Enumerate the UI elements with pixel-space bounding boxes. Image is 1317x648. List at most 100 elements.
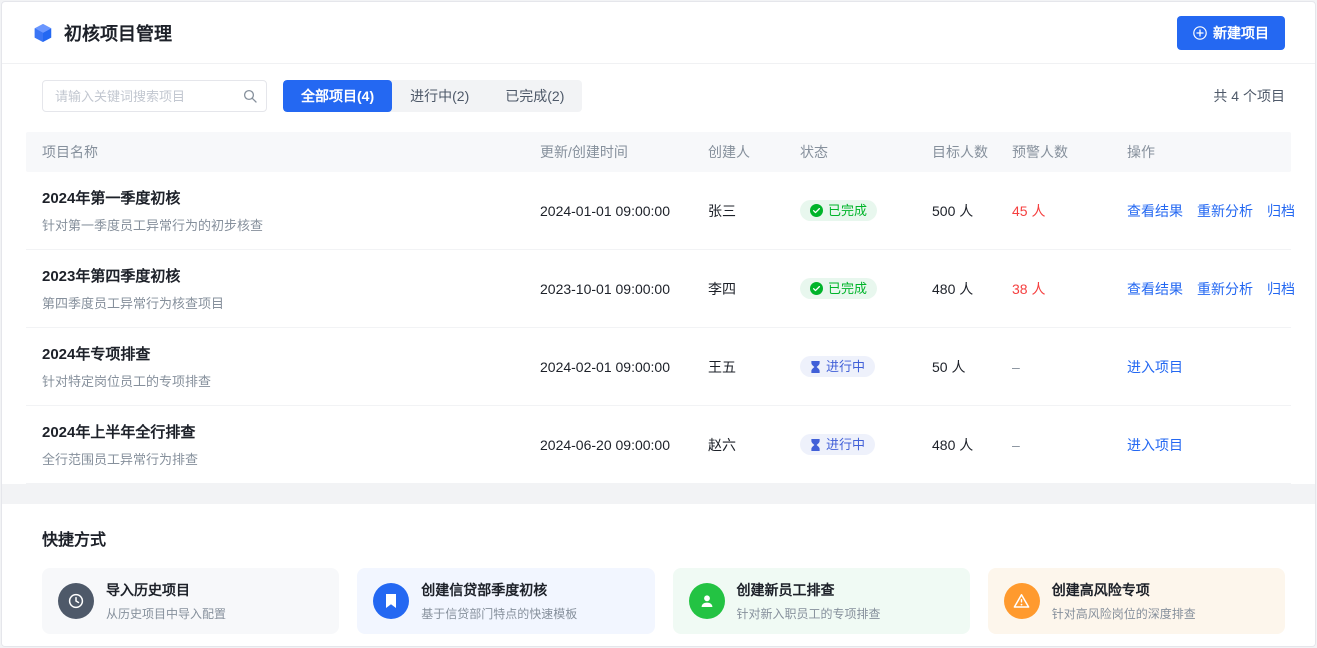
status-badge: 进行中 (800, 434, 875, 455)
project-name: 2023年第四季度初核 (42, 265, 540, 286)
project-name: 2024年上半年全行排查 (42, 421, 540, 442)
action-archive[interactable]: 归档 (1267, 279, 1295, 299)
table-row: 2024年第一季度初核 针对第一季度员工异常行为的初步核查 2024-01-01… (26, 172, 1291, 250)
status-badge: 进行中 (800, 356, 875, 377)
action-reanalyze[interactable]: 重新分析 (1197, 201, 1253, 221)
shortcut-high-risk[interactable]: 创建高风险专项 针对高风险岗位的深度排查 (988, 568, 1285, 634)
status-label: 已完成 (828, 204, 867, 217)
col-project-name: 项目名称 (42, 142, 540, 162)
card-title: 创建新员工排查 (737, 580, 881, 600)
person-icon (689, 583, 725, 619)
action-enter-project[interactable]: 进入项目 (1127, 435, 1183, 455)
table-row: 2023年第四季度初核 第四季度员工异常行为核查项目 2023-10-01 09… (26, 250, 1291, 328)
header-left: 初核项目管理 (32, 20, 172, 46)
action-view-results[interactable]: 查看结果 (1127, 279, 1183, 299)
project-name-cell: 2024年专项排查 针对特定岗位员工的专项排查 (42, 329, 540, 404)
shortcut-new-employee[interactable]: 创建新员工排查 针对新入职员工的专项排查 (673, 568, 970, 634)
shortcut-cards: 导入历史项目 从历史项目中导入配置 创建信贷部季度初核 基于信贷部门特点的快速模… (42, 568, 1285, 634)
col-time: 更新/创建时间 (540, 142, 708, 162)
col-status: 状态 (800, 142, 932, 162)
status-cell: 进行中 (800, 434, 932, 455)
card-desc: 基于信贷部门特点的快速模板 (421, 605, 577, 622)
project-desc: 全行范围员工异常行为排查 (42, 449, 540, 468)
filter-tabs: 全部项目(4) 进行中(2) 已完成(2) (283, 80, 582, 112)
warning-count: – (1012, 437, 1127, 453)
header: 初核项目管理 新建项目 (2, 2, 1315, 64)
status-cell: 已完成 (800, 278, 932, 299)
card-text: 导入历史项目 从历史项目中导入配置 (106, 580, 226, 622)
project-desc: 针对第一季度员工异常行为的初步核查 (42, 215, 540, 234)
status-cell: 进行中 (800, 356, 932, 377)
page-title: 初核项目管理 (64, 20, 172, 46)
total-count-text: 共 4 个项目 (1213, 86, 1285, 106)
project-time: 2024-06-20 09:00:00 (540, 437, 708, 453)
card-text: 创建新员工排查 针对新入职员工的专项排查 (737, 580, 881, 622)
bookmark-icon (373, 583, 409, 619)
project-time: 2023-10-01 09:00:00 (540, 281, 708, 297)
shortcut-import-history[interactable]: 导入历史项目 从历史项目中导入配置 (42, 568, 339, 634)
check-circle-icon (810, 204, 823, 217)
col-creator: 创建人 (708, 142, 800, 162)
tab-in-progress[interactable]: 进行中(2) (392, 80, 487, 112)
tab-all-projects[interactable]: 全部项目(4) (283, 80, 392, 112)
warning-count: – (1012, 359, 1127, 375)
check-circle-icon (810, 282, 823, 295)
warning-triangle-icon (1004, 583, 1040, 619)
project-time: 2024-01-01 09:00:00 (540, 203, 708, 219)
card-title: 创建高风险专项 (1052, 580, 1196, 600)
tab-completed[interactable]: 已完成(2) (487, 80, 582, 112)
col-warning: 预警人数 (1012, 142, 1127, 162)
action-view-results[interactable]: 查看结果 (1127, 201, 1183, 221)
status-cell: 已完成 (800, 200, 932, 221)
history-clock-icon (58, 583, 94, 619)
project-time: 2024-02-01 09:00:00 (540, 359, 708, 375)
actions-cell: 查看结果 重新分析 归档 (1127, 201, 1295, 221)
action-enter-project[interactable]: 进入项目 (1127, 357, 1183, 377)
project-name-cell: 2023年第四季度初核 第四季度员工异常行为核查项目 (42, 251, 540, 326)
project-creator: 李四 (708, 279, 800, 299)
warning-count: 45 人 (1012, 201, 1127, 221)
table-row: 2024年专项排查 针对特定岗位员工的专项排查 2024-02-01 09:00… (26, 328, 1291, 406)
project-creator: 王五 (708, 357, 800, 377)
new-project-label: 新建项目 (1213, 23, 1269, 43)
card-title: 创建信贷部季度初核 (421, 580, 577, 600)
hourglass-icon (810, 439, 821, 451)
app-cube-icon (32, 22, 54, 44)
project-name: 2024年第一季度初核 (42, 187, 540, 208)
shortcuts-section: 快捷方式 导入历史项目 从历史项目中导入配置 (2, 504, 1315, 647)
target-count: 480 人 (932, 279, 1012, 299)
target-count: 500 人 (932, 201, 1012, 221)
project-table: 项目名称 更新/创建时间 创建人 状态 目标人数 预警人数 操作 2024年第一… (26, 132, 1291, 484)
project-name-cell: 2024年第一季度初核 针对第一季度员工异常行为的初步核查 (42, 173, 540, 248)
action-reanalyze[interactable]: 重新分析 (1197, 279, 1253, 299)
hourglass-icon (810, 361, 821, 373)
card-text: 创建信贷部季度初核 基于信贷部门特点的快速模板 (421, 580, 577, 622)
search-box (42, 80, 267, 112)
project-name-cell: 2024年上半年全行排查 全行范围员工异常行为排查 (42, 407, 540, 482)
new-project-button[interactable]: 新建项目 (1177, 16, 1285, 50)
card-desc: 针对新入职员工的专项排查 (737, 605, 881, 622)
status-badge: 已完成 (800, 200, 877, 221)
actions-cell: 进入项目 (1127, 435, 1291, 455)
section-divider (2, 484, 1315, 504)
col-actions: 操作 (1127, 142, 1291, 162)
actions-cell: 进入项目 (1127, 357, 1291, 377)
project-creator: 赵六 (708, 435, 800, 455)
warning-count: 38 人 (1012, 279, 1127, 299)
action-archive[interactable]: 归档 (1267, 201, 1295, 221)
card-desc: 针对高风险岗位的深度排查 (1052, 605, 1196, 622)
status-label: 进行中 (826, 438, 865, 451)
plus-circle-icon (1193, 26, 1207, 40)
target-count: 480 人 (932, 435, 1012, 455)
shortcut-credit-quarterly[interactable]: 创建信贷部季度初核 基于信贷部门特点的快速模板 (357, 568, 654, 634)
status-label: 已完成 (828, 282, 867, 295)
shortcuts-title: 快捷方式 (42, 526, 1285, 550)
project-management-panel: 初核项目管理 新建项目 全部项目(4) 进行中(2) (1, 1, 1316, 647)
search-input[interactable] (42, 80, 267, 112)
actions-cell: 查看结果 重新分析 归档 (1127, 279, 1295, 299)
toolbar: 全部项目(4) 进行中(2) 已完成(2) 共 4 个项目 (2, 64, 1315, 126)
search-icon[interactable] (243, 89, 257, 103)
status-label: 进行中 (826, 360, 865, 373)
card-title: 导入历史项目 (106, 580, 226, 600)
project-creator: 张三 (708, 201, 800, 221)
